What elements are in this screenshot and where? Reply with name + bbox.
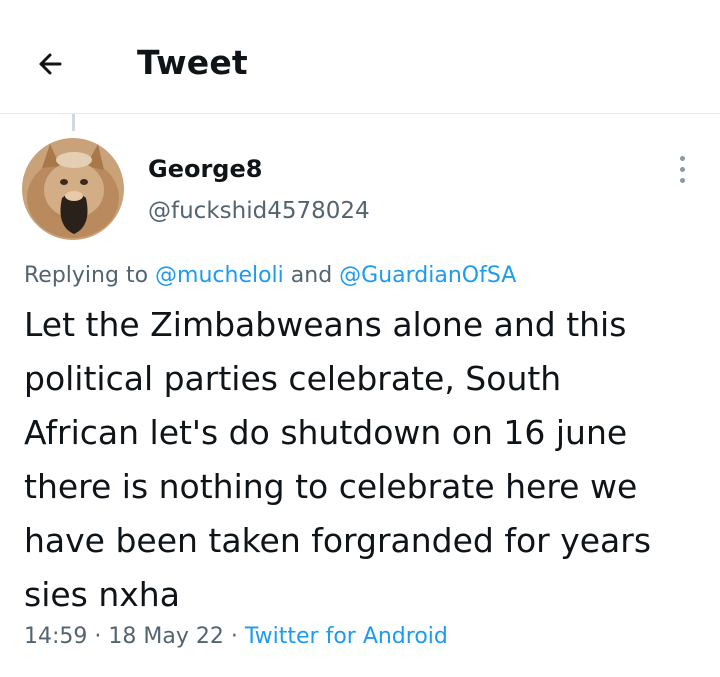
- vertical-ellipsis-icon: [680, 156, 685, 161]
- tweet-meta: 14:59 · 18 May 22 · Twitter for Android: [24, 622, 448, 652]
- tweet-text: Let the Zimbabweans alone and this polit…: [24, 305, 652, 614]
- thread-connector-line: [72, 114, 75, 131]
- avatar[interactable]: [22, 138, 124, 240]
- cat-avatar-icon: [22, 138, 124, 240]
- replying-to-line: Replying to @mucheloli and @GuardianOfSA: [24, 262, 516, 290]
- page-title: Tweet: [137, 43, 248, 82]
- header-divider: [0, 113, 720, 114]
- tweet-time: 14:59: [24, 624, 88, 649]
- arrow-left-icon: [39, 53, 62, 75]
- ellipsis-dot: [680, 178, 685, 183]
- replying-prefix: Replying to: [24, 263, 156, 288]
- author-handle[interactable]: @fuckshid4578024: [148, 196, 370, 226]
- tweet-source-link[interactable]: Twitter for Android: [245, 624, 448, 649]
- tweet-date: 18 May 22: [108, 624, 224, 649]
- reply-user-guardianofsa[interactable]: @GuardianOfSA: [339, 263, 516, 288]
- meta-separator: ·: [87, 624, 109, 649]
- back-button[interactable]: [30, 42, 74, 86]
- ellipsis-dot: [680, 167, 685, 172]
- meta-separator: ·: [223, 624, 245, 649]
- more-options-button[interactable]: [664, 152, 700, 188]
- replying-conjunction: and: [283, 263, 340, 288]
- author-display-name[interactable]: George8: [148, 154, 262, 184]
- reply-user-mucheloli[interactable]: @mucheloli: [155, 263, 284, 288]
- top-bar: Tweet: [0, 0, 720, 114]
